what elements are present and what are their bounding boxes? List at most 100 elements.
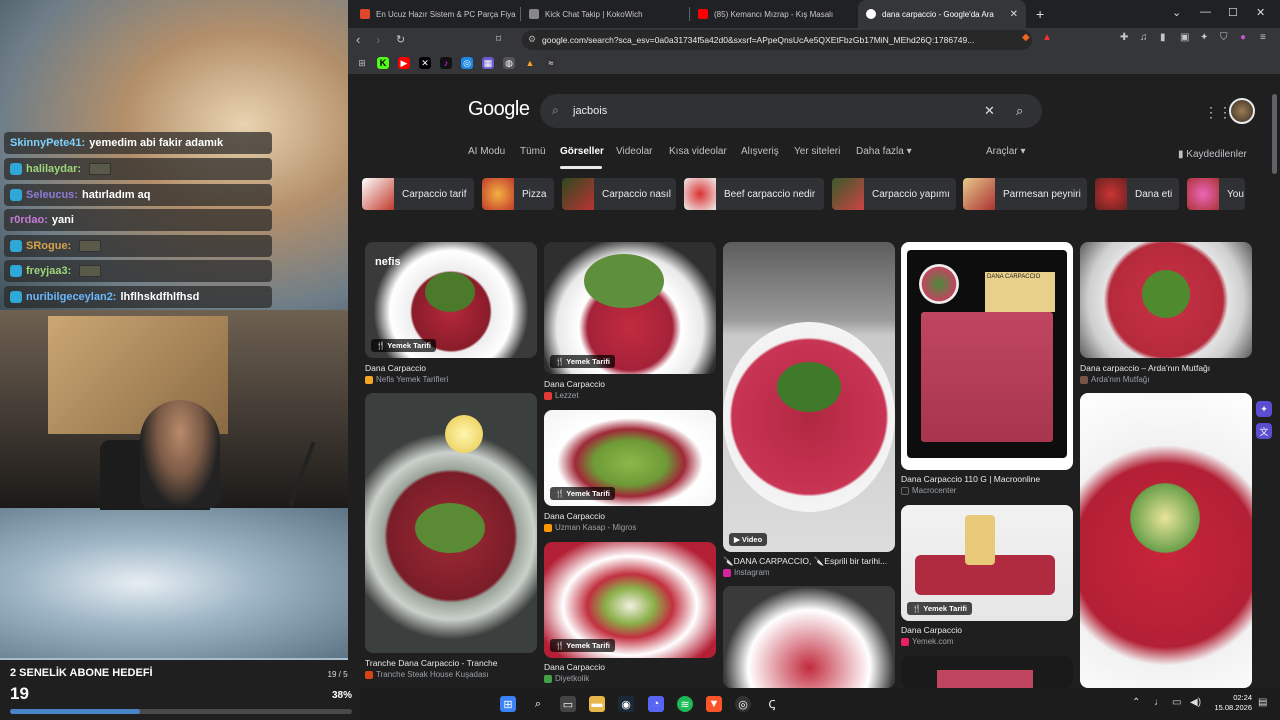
- tab-videos[interactable]: Videolar: [616, 146, 653, 157]
- minimize-icon[interactable]: —: [1200, 6, 1211, 18]
- google-apps-icon[interactable]: ⋮⋮: [1204, 104, 1232, 121]
- result-image[interactable]: [1080, 393, 1252, 688]
- task-view-icon[interactable]: ▭: [560, 696, 576, 712]
- reload-icon[interactable]: ↻: [396, 33, 405, 46]
- result-source[interactable]: Diyetkolik: [544, 674, 589, 683]
- youtube-bookmark-icon[interactable]: ▶: [398, 57, 410, 69]
- media-icon[interactable]: ♫: [1140, 32, 1148, 43]
- clear-search-icon[interactable]: ✕: [984, 103, 995, 119]
- related-chip[interactable]: Parmesan peyniri: [963, 178, 1087, 210]
- brave-shields-icon[interactable]: ◆: [1022, 32, 1030, 43]
- browser-tab-active[interactable]: dana carpaccio - Google'da Ara ✕: [858, 0, 1026, 28]
- related-chip[interactable]: Carpaccio nasıl: [562, 178, 676, 210]
- result-title[interactable]: Dana Carpaccio: [365, 363, 537, 373]
- microphone-icon[interactable]: ♩: [1154, 697, 1164, 708]
- brave-icon[interactable]: ▼: [706, 696, 722, 712]
- result-image[interactable]: 🍴 Yemek Tarifi: [544, 242, 716, 374]
- obs-icon[interactable]: ◎: [735, 696, 751, 712]
- result-image[interactable]: nefis 🍴 Yemek Tarifi: [365, 242, 537, 358]
- kick-bookmark-icon[interactable]: K: [377, 57, 389, 69]
- search-icon[interactable]: ⌕: [530, 696, 546, 712]
- tab-all[interactable]: Tümü: [520, 146, 546, 157]
- result-title[interactable]: Dana carpaccio – Arda'nın Mutfağı: [1080, 363, 1252, 373]
- related-chip[interactable]: Dana eti: [1095, 178, 1179, 210]
- result-image[interactable]: [365, 393, 537, 653]
- translate-side-icon[interactable]: 文: [1256, 423, 1272, 439]
- result-image[interactable]: [723, 586, 895, 688]
- google-logo[interactable]: Google: [468, 98, 530, 121]
- result-source[interactable]: Uzman Kasap - Migros: [544, 523, 636, 532]
- result-source[interactable]: Arda'nın Mutfağı: [1080, 375, 1149, 384]
- site-info-icon[interactable]: ⚙: [528, 34, 536, 45]
- network-icon[interactable]: ▭: [1172, 697, 1181, 708]
- bookmark-icon[interactable]: ⌑: [496, 34, 501, 45]
- tab-more[interactable]: Daha fazla ▾: [856, 146, 912, 157]
- bookmark-icon[interactable]: ▦: [482, 57, 494, 69]
- steam-icon[interactable]: ◉: [618, 696, 634, 712]
- tab-shopping[interactable]: Alışveriş: [741, 146, 779, 157]
- leo-ai-icon[interactable]: ✦: [1200, 32, 1208, 43]
- search-submit-icon[interactable]: ⌕: [1016, 103, 1023, 119]
- search-input[interactable]: jacbois: [573, 105, 607, 117]
- bookmark-icon[interactable]: ◎: [461, 57, 473, 69]
- forward-icon[interactable]: ›: [376, 32, 380, 47]
- related-chip[interactable]: Carpaccio tarif: [362, 178, 474, 210]
- x-bookmark-icon[interactable]: ✕: [419, 57, 431, 69]
- address-bar[interactable]: ⚙ google.com/search?sca_esv=0a0a31734f5a…: [522, 30, 1032, 50]
- result-source[interactable]: Lezzet: [544, 391, 579, 400]
- system-clock[interactable]: 02:24 15.08.2026: [1206, 693, 1252, 713]
- wallet-icon[interactable]: ▣: [1180, 32, 1189, 43]
- notification-icon[interactable]: ▤: [1258, 697, 1267, 708]
- result-source[interactable]: Macrocenter: [901, 486, 956, 495]
- tray-overflow-icon[interactable]: ⌃: [1132, 697, 1140, 708]
- tab-places[interactable]: Yer siteleri: [794, 146, 840, 157]
- result-image[interactable]: ▶ Video: [723, 242, 895, 552]
- maximize-icon[interactable]: ☐: [1228, 6, 1238, 19]
- close-window-icon[interactable]: ✕: [1256, 6, 1265, 19]
- tab-short-videos[interactable]: Kısa videolar: [669, 146, 727, 157]
- back-icon[interactable]: ‹: [356, 32, 360, 47]
- tools-button[interactable]: Araçlar ▾: [986, 146, 1025, 157]
- result-source[interactable]: Nefis Yemek Tarifleri: [365, 375, 448, 384]
- leo-side-icon[interactable]: ✦: [1256, 401, 1272, 417]
- related-chip[interactable]: Carpaccio yapımı: [832, 178, 956, 210]
- volume-icon[interactable]: ◀): [1190, 697, 1201, 708]
- tab-search-icon[interactable]: ⌄: [1172, 6, 1181, 19]
- spotify-icon[interactable]: ≋: [677, 696, 693, 712]
- file-explorer-icon[interactable]: ▬: [589, 696, 605, 712]
- result-source[interactable]: Instagram: [723, 568, 770, 577]
- result-title[interactable]: Dana Carpaccio 110 G | Macroonline: [901, 474, 1073, 484]
- globe-bookmark-icon[interactable]: ◍: [503, 57, 515, 69]
- result-source[interactable]: Tranche Steak House Kuşadası: [365, 670, 489, 679]
- related-chip[interactable]: Pizza: [482, 178, 554, 210]
- result-image[interactable]: 🍴 Yemek Tarifi: [544, 410, 716, 506]
- sidebar-icon[interactable]: ▮: [1160, 32, 1166, 43]
- result-image[interactable]: 🍴 Yemek Tarifi: [544, 542, 716, 658]
- search-box[interactable]: ⌕ jacbois ✕ ⌕: [540, 94, 1042, 128]
- menu-icon[interactable]: ≡: [1260, 32, 1266, 43]
- vpn-icon[interactable]: ⛉: [1220, 32, 1228, 43]
- result-title[interactable]: Dana Carpaccio: [544, 511, 716, 521]
- brave-rewards-icon[interactable]: ▲: [1042, 32, 1052, 43]
- tab-ai-mode[interactable]: AI Modu: [468, 146, 505, 157]
- new-tab-button[interactable]: +: [1036, 6, 1044, 22]
- extensions-icon[interactable]: ✚: [1120, 32, 1128, 43]
- related-chip[interactable]: Beef carpaccio nedir: [684, 178, 824, 210]
- bookmark-icon[interactable]: ▲: [524, 57, 536, 69]
- close-tab-icon[interactable]: ✕: [1010, 9, 1018, 20]
- profile-icon[interactable]: ●: [1240, 32, 1246, 43]
- saved-button[interactable]: ▮ Kaydedilenler: [1178, 149, 1247, 160]
- bookmark-icon[interactable]: ≈: [545, 57, 557, 69]
- browser-tab[interactable]: (85) Kemancı Mızrap - Kış Masalı: [690, 0, 858, 28]
- apps-grid-icon[interactable]: ⊞: [356, 57, 368, 69]
- page-scrollbar[interactable]: [1272, 94, 1277, 174]
- result-title[interactable]: 🔪DANA CARPACCIO, 🔪Esprili bir tarihi...: [723, 556, 895, 567]
- related-chip[interactable]: You: [1187, 178, 1245, 210]
- tab-images[interactable]: Görseller: [560, 146, 604, 157]
- browser-tab[interactable]: En Ucuz Hazır Sistem & PC Parça Fiya: [352, 0, 520, 28]
- tiktok-bookmark-icon[interactable]: ♪: [440, 57, 452, 69]
- result-image[interactable]: [1080, 242, 1252, 358]
- app-icon[interactable]: Ꞔ: [764, 696, 780, 712]
- result-title[interactable]: Tranche Dana Carpaccio - Tranche: [365, 658, 537, 668]
- start-menu-icon[interactable]: ⊞: [500, 696, 516, 712]
